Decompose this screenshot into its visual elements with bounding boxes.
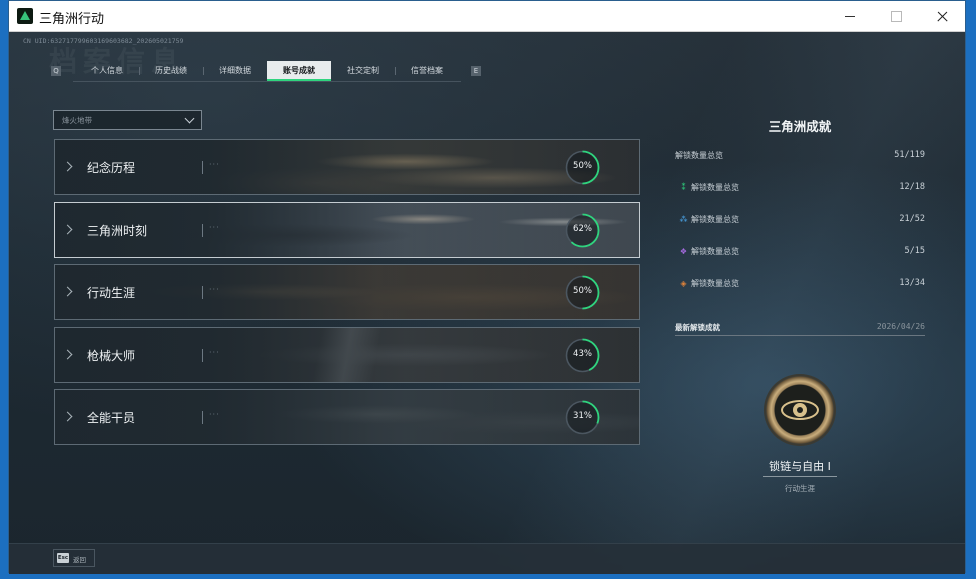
achievement-medal[interactable] <box>766 376 834 444</box>
app-window: 三角洲行动 档案信息 CN UID:632717799603169603682_… <box>8 0 966 574</box>
bottom-bar: Esc 返回 <box>9 543 965 574</box>
green-rank-icon: ⁑ <box>681 183 686 192</box>
stat-value: 12/18 <box>899 182 925 192</box>
chevron-down-icon <box>184 113 195 124</box>
orange-rank-icon: ◈ <box>680 279 687 288</box>
tab-profile[interactable]: 个人信息 <box>75 61 139 81</box>
stat-row-green: ⁑ 解锁数量总览 12/18 <box>675 182 926 196</box>
main-content: 档案信息 CN UID:632717799603169603682_202605… <box>9 32 965 574</box>
card-dots-decoration: ··· <box>209 285 220 294</box>
stat-label: 解锁数量总览 <box>691 279 739 288</box>
card-background-image <box>55 390 639 444</box>
progress-ring: 43% <box>564 337 601 374</box>
tab-credit-record[interactable]: 信誉档案 <box>395 61 459 81</box>
esc-key-icon: Esc <box>57 553 69 563</box>
stat-value: 5/15 <box>904 246 925 256</box>
card-divider <box>202 411 203 424</box>
tab-achievements[interactable]: 账号成就 <box>267 61 331 81</box>
progress-percent: 50% <box>573 161 592 171</box>
tab-match-history[interactable]: 历史战绩 <box>139 61 203 81</box>
close-button[interactable] <box>919 1 965 32</box>
card-divider <box>202 348 203 362</box>
stat-label: 解锁数量总览 <box>691 183 739 192</box>
latest-unlock-header: 最新解锁成就 2026/04/26 <box>675 322 925 336</box>
stat-row-purple: ❖ 解锁数量总览 5/15 <box>675 246 925 260</box>
stat-label: 解锁数量总览 <box>675 151 723 160</box>
card-title: 纪念历程 <box>87 161 136 175</box>
stat-row-total: 解锁数量总览 51/119 <box>675 150 925 164</box>
achievement-card-operation-career[interactable]: 行动生涯 ··· 50% <box>54 264 640 320</box>
card-title: 行动生涯 <box>87 286 136 300</box>
card-title: 枪械大师 <box>87 348 136 363</box>
tab-social-custom[interactable]: 社交定制 <box>331 61 395 81</box>
player-uid: CN UID:632717799603169603682_20260502175… <box>23 37 184 45</box>
stat-value: 21/52 <box>899 214 925 224</box>
progress-percent: 62% <box>573 223 592 234</box>
tab-bar: Q 个人信息 历史战绩 详细数据 账号成就 社交定制 信誉档案 E <box>51 61 481 81</box>
tab-bar-underline <box>73 81 461 82</box>
stat-value: 51/119 <box>894 150 925 160</box>
minimize-button[interactable] <box>827 1 873 32</box>
title-bar: 三角洲行动 <box>9 1 965 32</box>
medal-divider <box>763 476 837 477</box>
progress-percent: 31% <box>573 411 592 421</box>
stat-value: 13/34 <box>899 278 925 288</box>
card-dots-decoration: ··· <box>209 222 220 232</box>
progress-percent: 50% <box>573 286 592 296</box>
progress-percent: 43% <box>573 348 592 359</box>
achievement-category-list: 纪念历程 ··· 50% 三角洲时刻 ··· 62% 行动生涯 ··· 50% … <box>54 139 640 452</box>
mode-filter-value: 烽火地带 <box>62 116 92 125</box>
panel-title: 三角洲成就 <box>768 119 832 134</box>
card-divider <box>202 161 203 174</box>
card-title: 三角洲时刻 <box>87 223 148 238</box>
app-logo-icon <box>17 8 33 24</box>
stat-label: 解锁数量总览 <box>691 247 739 256</box>
card-title: 全能干员 <box>87 411 136 425</box>
progress-ring: 31% <box>564 399 601 436</box>
card-dots-decoration: ··· <box>209 347 220 357</box>
maximize-button[interactable] <box>873 1 919 32</box>
back-label: 返回 <box>73 556 86 564</box>
card-dots-decoration: ··· <box>209 410 220 419</box>
stat-label: 解锁数量总览 <box>691 215 739 224</box>
medal-name: 锁链与自由 I <box>769 460 831 473</box>
purple-rank-icon: ❖ <box>679 247 688 256</box>
latest-unlock-label: 最新解锁成就 <box>675 323 720 332</box>
tab-prev-button[interactable]: Q <box>51 66 61 76</box>
card-background-image <box>55 265 639 319</box>
progress-ring: 50% <box>564 149 601 186</box>
achievement-card-delta-moments[interactable]: 三角洲时刻 ··· 62% <box>54 201 640 258</box>
progress-ring: 62% <box>564 212 601 249</box>
blue-rank-icon: ⁂ <box>679 215 688 224</box>
card-divider <box>202 286 203 299</box>
tab-detailed-stats[interactable]: 详细数据 <box>203 61 267 81</box>
stat-row-blue: ⁂ 解锁数量总览 21/52 <box>675 214 926 228</box>
medal-category: 行动生涯 <box>785 484 815 493</box>
tab-next-button[interactable]: E <box>471 66 481 76</box>
achievement-card-all-round-operator[interactable]: 全能干员 ··· 31% <box>54 389 640 445</box>
window-title: 三角洲行动 <box>39 12 105 27</box>
achievement-card-memorial[interactable]: 纪念历程 ··· 50% <box>54 139 640 195</box>
card-dots-decoration: ··· <box>209 160 220 169</box>
card-background-image <box>55 140 639 194</box>
progress-ring: 50% <box>564 274 601 311</box>
stat-row-orange: ◈ 解锁数量总览 13/34 <box>675 278 925 292</box>
mode-filter-dropdown[interactable]: 烽火地带 <box>53 110 202 130</box>
achievement-card-weapon-master[interactable]: 枪械大师 ··· 43% <box>54 326 640 383</box>
card-background-image <box>55 327 639 382</box>
latest-unlock-date: 2026/04/26 <box>876 322 925 331</box>
card-divider <box>202 223 203 237</box>
eye-pupil-icon <box>793 403 807 417</box>
